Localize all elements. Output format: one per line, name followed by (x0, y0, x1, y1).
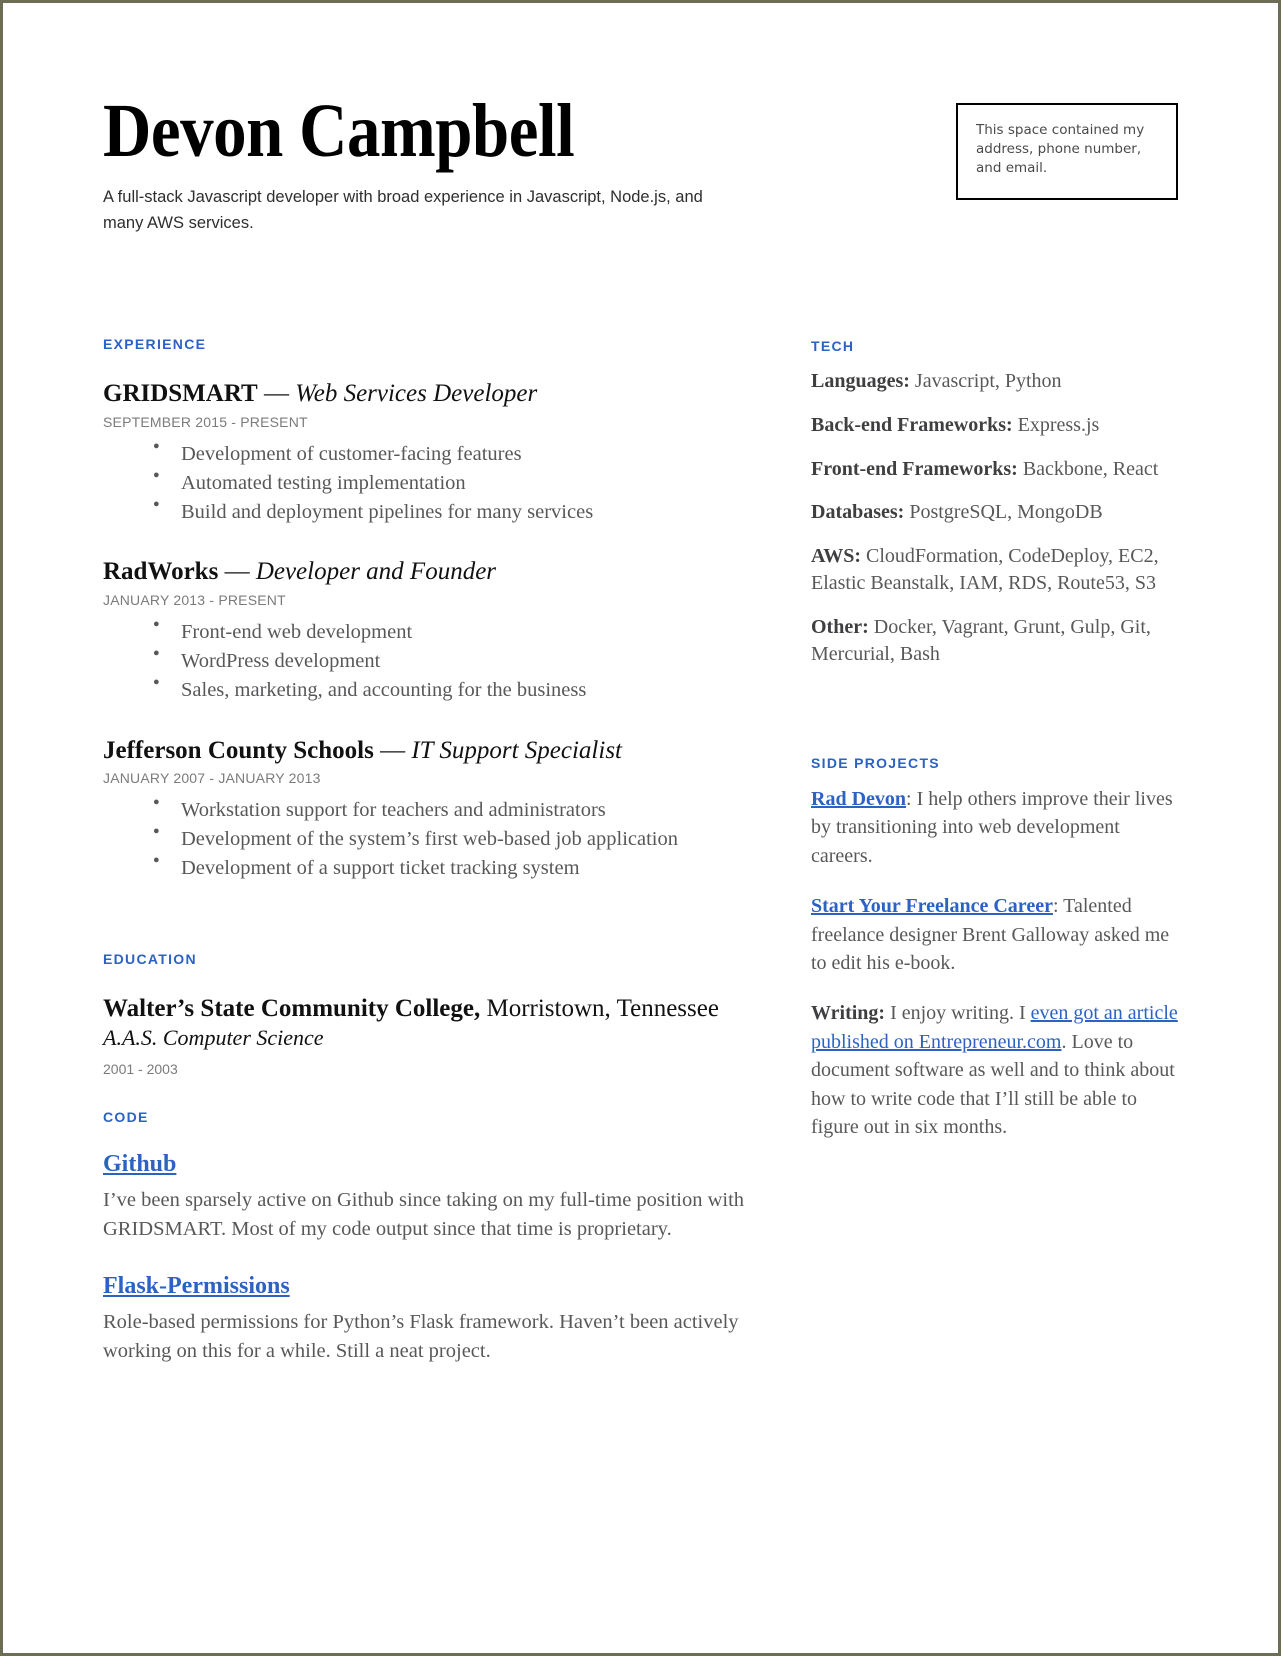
education-degree: A.A.S. Computer Science (103, 1024, 324, 1050)
tech-entry: AWS: CloudFormation, CodeDeploy, EC2, El… (811, 543, 1178, 598)
tech-entry: Languages: Javascript, Python (811, 368, 1178, 396)
writing-label: Writing: (811, 1002, 886, 1025)
main-column: EXPERIENCE GRIDSMART — Web Services Deve… (103, 336, 751, 1365)
list-item: Development of the system’s first web-ba… (153, 824, 751, 853)
education-years: 2001 - 2003 (103, 1061, 178, 1078)
page-title: Devon Campbell (103, 89, 575, 173)
code-link-github[interactable]: Github (103, 1151, 176, 1178)
job-title: Jefferson County Schools — IT Support Sp… (103, 735, 751, 766)
job-bullet-list: Development of customer-facing features … (103, 439, 751, 527)
tech-label: Languages: (811, 370, 910, 393)
list-item: Sales, marketing, and accounting for the… (153, 675, 751, 704)
code-description: Role-based permissions for Python’s Flas… (103, 1310, 739, 1362)
education-entry: Walter’s State Community College, Morris… (103, 993, 751, 1078)
body-columns: EXPERIENCE GRIDSMART — Web Services Deve… (103, 336, 1178, 1365)
section-heading-education: EDUCATION (103, 950, 197, 967)
job-role: IT Support Specialist (411, 736, 623, 764)
code-description: I’ve been sparsely active on Github sinc… (103, 1189, 745, 1241)
list-item: WordPress development (153, 646, 751, 675)
list-item: Automated testing implementation (153, 468, 751, 497)
experience-entry: Jefferson County Schools — IT Support Sp… (103, 735, 751, 883)
tech-value: Express.js (1012, 413, 1100, 436)
job-title: GRIDSMART — Web Services Developer (103, 378, 751, 409)
section-heading-experience: EXPERIENCE (103, 336, 207, 353)
tech-value: Javascript, Python (909, 370, 1062, 393)
tech-label: AWS: (811, 544, 862, 567)
job-title: RadWorks — Developer and Founder (103, 556, 751, 587)
education-location: Morristown, Tennessee (480, 994, 719, 1022)
tech-entry: Back-end Frameworks: Express.js (811, 412, 1178, 440)
education-school: Walter’s State Community College, (103, 994, 481, 1022)
tech-entry: Front-end Frameworks: Backbone, React (811, 456, 1178, 484)
list-item: Build and deployment pipelines for many … (153, 497, 751, 526)
tech-label: Databases: (811, 501, 905, 524)
job-role: Web Services Developer (295, 380, 538, 408)
job-bullet-list: Front-end web development WordPress deve… (103, 617, 751, 705)
list-item: Development of a support ticket tracking… (153, 853, 751, 882)
tech-value: Backbone, React (1017, 457, 1159, 480)
side-project-link-freelance-career[interactable]: Start Your Freelance Career (811, 895, 1053, 917)
writing-text-before: I enjoy writing. I (885, 1002, 1031, 1025)
job-role: Developer and Founder (255, 558, 497, 586)
experience-entry: GRIDSMART — Web Services Developer SEPTE… (103, 378, 751, 526)
job-dates: SEPTEMBER 2015 - PRESENT (103, 413, 308, 430)
section-heading-code: CODE (103, 1109, 149, 1126)
contact-placeholder-text: This space contained my address, phone n… (976, 122, 1145, 177)
resume-header: Devon Campbell A full-stack Javascript d… (103, 3, 1178, 236)
education-school-line: Walter’s State Community College, Morris… (103, 993, 751, 1024)
tagline: A full-stack Javascript developer with b… (103, 188, 703, 232)
tech-label: Back-end Frameworks: (811, 413, 1013, 436)
contact-placeholder-box: This space contained my address, phone n… (956, 103, 1178, 201)
side-project-entry: Start Your Freelance Career: Talented fr… (811, 892, 1178, 977)
job-dash: — (373, 736, 412, 764)
tech-label: Other: (811, 615, 869, 638)
page-content: Devon Campbell A full-stack Javascript d… (103, 3, 1178, 1653)
job-company: GRIDSMART (103, 380, 258, 408)
job-dates: JANUARY 2007 - JANUARY 2013 (103, 769, 321, 786)
code-entry: Flask-Permissions Role-based permissions… (103, 1273, 751, 1366)
job-company: RadWorks (103, 558, 219, 586)
job-bullet-list: Workstation support for teachers and adm… (103, 795, 751, 883)
tech-value: CloudFormation, CodeDeploy, EC2, Elastic… (811, 544, 1159, 595)
code-link-flask-permissions[interactable]: Flask-Permissions (103, 1273, 290, 1300)
tech-entry: Databases: PostgreSQL, MongoDB (811, 499, 1178, 527)
list-item: Workstation support for teachers and adm… (153, 795, 751, 824)
section-heading-tech: TECH (811, 338, 855, 355)
job-dash: — (218, 558, 256, 586)
resume-page: Devon Campbell A full-stack Javascript d… (0, 0, 1281, 1656)
side-project-entry-writing: Writing: I enjoy writing. I even got an … (811, 999, 1178, 1141)
section-heading-side-projects: SIDE PROJECTS (811, 755, 940, 772)
job-dates: JANUARY 2013 - PRESENT (103, 591, 286, 608)
code-entry: Github I’ve been sparsely active on Gith… (103, 1151, 751, 1244)
tech-entry: Other: Docker, Vagrant, Grunt, Gulp, Git… (811, 614, 1178, 669)
side-project-entry: Rad Devon: I help others improve their l… (811, 785, 1178, 870)
tech-label: Front-end Frameworks: (811, 457, 1018, 480)
list-item: Front-end web development (153, 617, 751, 646)
experience-entry: RadWorks — Developer and Founder JANUARY… (103, 556, 751, 704)
job-company: Jefferson County Schools (103, 736, 374, 764)
list-item: Development of customer-facing features (153, 439, 751, 468)
sidebar-column: TECH Languages: Javascript, Python Back-… (811, 336, 1178, 1141)
job-dash: — (257, 380, 296, 408)
tech-value: PostgreSQL, MongoDB (904, 501, 1103, 524)
side-project-link-rad-devon[interactable]: Rad Devon (811, 788, 906, 810)
